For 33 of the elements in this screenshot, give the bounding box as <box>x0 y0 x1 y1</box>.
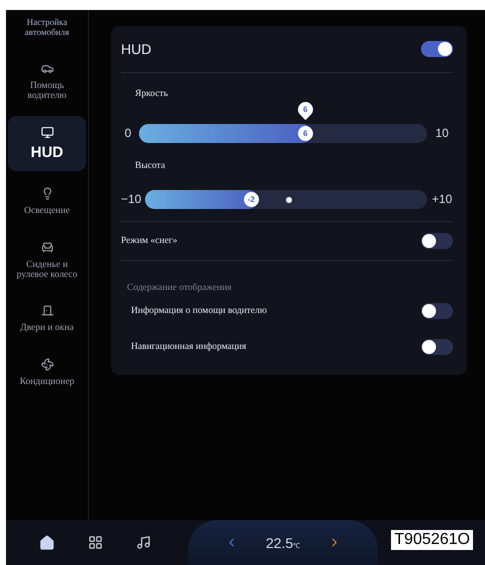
slider-max: +10 <box>431 192 453 206</box>
setting-label: Навигационная информация <box>131 342 246 352</box>
sidebar-item[interactable]: Освещение <box>8 177 86 227</box>
sidebar-item[interactable]: Двери и окна <box>8 294 86 344</box>
toggle-switch[interactable] <box>421 41 453 57</box>
sidebar-item[interactable]: HUD <box>8 116 86 172</box>
slider-track[interactable]: -2 <box>145 190 427 208</box>
home-icon[interactable] <box>39 534 55 550</box>
document-label: T905261O <box>391 530 473 550</box>
lightbulb-icon <box>40 187 54 200</box>
fan-icon <box>40 358 54 371</box>
section-title: Содержание отображения <box>127 283 232 293</box>
sidebar-item[interactable]: Помощь водителю <box>8 52 86 112</box>
apps-grid-icon[interactable] <box>88 535 102 550</box>
toggle-switch[interactable] <box>421 339 453 355</box>
slider-label: Высота <box>134 161 166 171</box>
door-icon <box>40 304 54 318</box>
slider-min: 0 <box>124 126 132 140</box>
sidebar-title: Настройка автомобиля <box>24 18 70 38</box>
setting-label: Режим «снег» <box>121 236 178 246</box>
sidebar-item[interactable]: Сиденье и рулевое колесо <box>8 230 86 290</box>
slider-min: −10 <box>121 192 141 206</box>
default-dot <box>286 196 292 202</box>
setting-label: Информация о помощи водителю <box>131 306 267 316</box>
slider-max: 10 <box>434 126 450 140</box>
sidebar-item[interactable]: Кондиционер <box>8 348 86 398</box>
slider-label: Яркость <box>134 89 169 99</box>
screen-icon <box>40 126 54 139</box>
panel-title: HUD <box>121 41 152 57</box>
toggle-switch[interactable] <box>421 303 453 319</box>
toggle-switch[interactable] <box>421 233 453 249</box>
music-note-icon[interactable] <box>136 535 150 550</box>
seat-icon <box>40 240 54 254</box>
